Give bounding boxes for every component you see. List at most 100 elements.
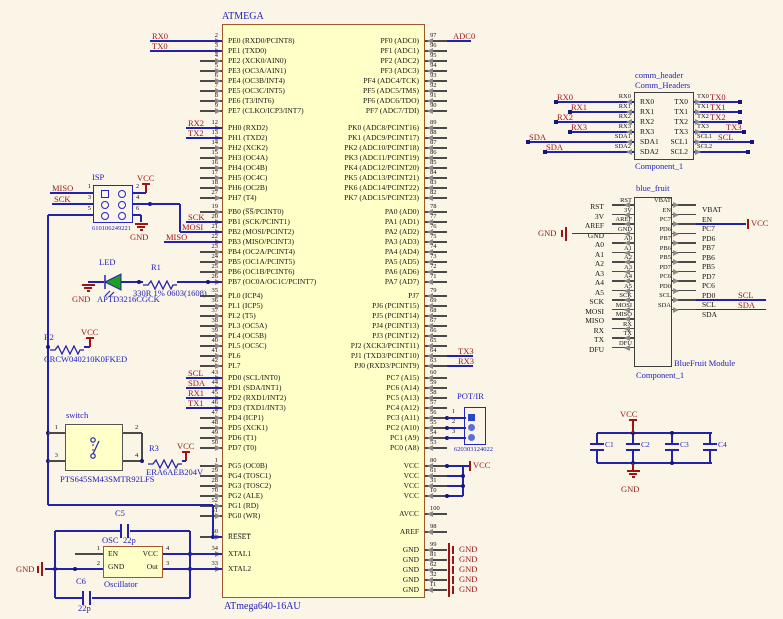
gnd-label: GND: [621, 485, 639, 494]
pin-name: PG3 (TOSC2): [228, 482, 271, 490]
wire: [696, 309, 766, 311]
wire: [469, 461, 471, 471]
pin-name: PL6: [228, 352, 241, 360]
module-pin-label: PD7: [702, 273, 715, 281]
pin-name: PG2 (ALE): [228, 492, 263, 500]
module-pin-label: A2: [595, 260, 604, 268]
pin-number: 6: [136, 206, 139, 213]
pin-name: PE5 (OC3C/INT5): [228, 87, 285, 95]
pin-name: VCC: [404, 492, 419, 500]
module-pin-name: PB7: [660, 236, 671, 243]
pin-name: GND: [403, 566, 419, 574]
pin-number: 3: [215, 43, 218, 50]
pin-name: PD5 (XCK1): [228, 424, 268, 432]
isp-title: ISP: [92, 173, 104, 182]
pin-number: 62: [430, 562, 437, 569]
header-pin-name: SDA1: [640, 138, 659, 146]
c5-value: 22p: [123, 536, 136, 545]
wire: [632, 421, 634, 433]
pin-name: PF5 (ADC5/TMS): [363, 87, 419, 95]
vcc-label: VCC: [177, 442, 194, 451]
pin-name: PD3 (TXD1/INT3): [228, 404, 286, 412]
net-label: SDA: [738, 301, 755, 310]
pot-pin-contact: [468, 434, 475, 441]
wire: [127, 524, 129, 538]
wire: [448, 583, 450, 597]
module-pin-label: SCK: [589, 298, 604, 306]
pin-name: PE6 (T3/INT6): [228, 97, 274, 105]
wire: [84, 287, 92, 289]
wire: [696, 299, 766, 301]
wire: [632, 476, 635, 478]
pin-number: 16: [212, 160, 219, 167]
module-pin-label: VBAT: [702, 206, 722, 214]
header-pin-label: RX3: [619, 124, 631, 131]
led-symbol[interactable]: [102, 271, 126, 297]
pin-number: 1: [97, 546, 100, 553]
pin-number: 45: [212, 390, 219, 397]
module-pin-name: PB5: [660, 255, 671, 262]
header-pin-name: TX1: [674, 108, 688, 116]
pin-name: PD2 (RXD1/INT2): [228, 394, 286, 402]
r3-symbol[interactable]: [148, 456, 182, 466]
pot-pin-contact: [468, 424, 475, 431]
header-pin-label: SDA2: [615, 144, 631, 151]
wire: [572, 233, 612, 235]
pin-name: PC4 (A12): [386, 404, 419, 412]
pin-number: 69: [430, 298, 437, 305]
pin-name: VCC: [404, 482, 419, 490]
wire: [185, 453, 187, 461]
r2-symbol[interactable]: [50, 342, 84, 352]
pin-name: PF3 (ADC3): [380, 67, 419, 75]
wire: [55, 597, 83, 599]
pin-name: GND: [403, 556, 419, 564]
gnd-label: GND: [459, 585, 477, 594]
r1-symbol[interactable]: [143, 277, 177, 287]
wire: [452, 576, 454, 584]
pin-name: PH3 (OC4A): [228, 154, 268, 162]
net-label: RX3: [458, 357, 474, 366]
pin-name: PA4 (AD4): [385, 248, 419, 256]
pin-name: PG0 (WR): [228, 512, 260, 520]
pin-number: 50: [212, 440, 219, 447]
pin-name: PH7 (T4): [228, 194, 257, 202]
comm-part-label: Component_1: [635, 162, 683, 171]
pot-pin-contact: [468, 414, 475, 421]
capacitor-ref: C4: [718, 441, 727, 449]
gnd-label: GND: [538, 229, 556, 238]
pin-arrow-icon: [673, 297, 679, 303]
wire: [665, 443, 679, 445]
pin-number: 11: [430, 582, 436, 589]
module-pin-name: AREF: [615, 217, 632, 224]
osc-part-label: Oscillator: [104, 580, 138, 589]
pin-number: 91: [430, 93, 437, 100]
pin-name: PG5 (OC0B): [228, 462, 267, 470]
pin-name: PH4 (OC4B): [228, 164, 267, 172]
pin-name: PB6 (OC1B/PCINT6): [228, 268, 294, 276]
header-pin-label: SCL1: [697, 134, 712, 141]
bluefruit-module-label: BlueFruit Module: [674, 359, 735, 368]
pin-number: 56: [430, 410, 437, 417]
module-pin-label: A1: [595, 251, 604, 259]
gnd-label: GND: [72, 295, 90, 304]
pin-number: 41: [212, 348, 219, 355]
isp-header-body[interactable]: [93, 185, 133, 223]
module-pin-label: PB6: [702, 254, 715, 262]
net-label: RX0: [557, 93, 573, 102]
header-pin-label: RX2: [619, 114, 631, 121]
wire: [447, 417, 466, 419]
pin-name: PH6 (OC2B): [228, 184, 267, 192]
comm-name: Comm_Headers: [635, 81, 690, 90]
wire: [37, 566, 39, 573]
pin-number: 1: [452, 409, 455, 416]
module-pin-name: PD6: [659, 227, 671, 234]
wire: [627, 470, 640, 472]
pin-number: 39: [212, 328, 219, 335]
module-pin-label: A0: [595, 241, 604, 249]
pin-number: 14: [212, 140, 219, 147]
pin-name: PC2 (A10): [386, 424, 419, 432]
net-label: TX2: [188, 129, 204, 138]
wire: [452, 556, 454, 564]
wire: [452, 586, 454, 594]
pin-number: 46: [212, 400, 219, 407]
